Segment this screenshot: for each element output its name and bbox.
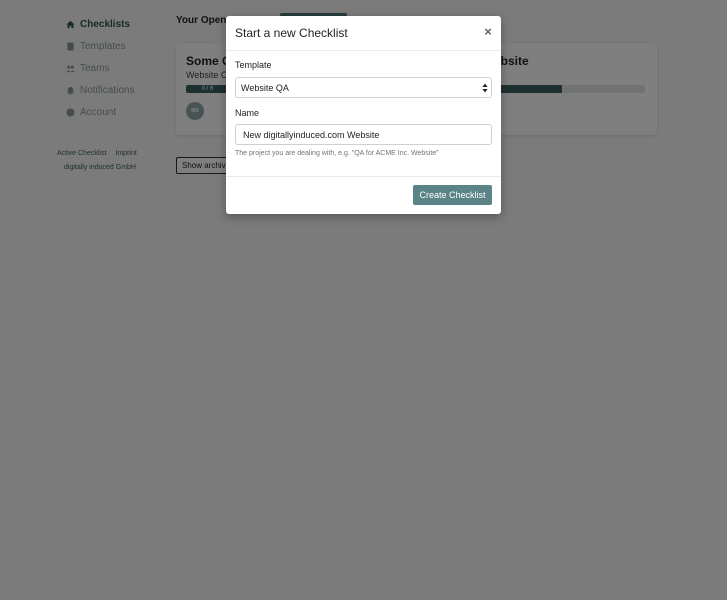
new-checklist-modal: Start a new Checklist × Template Website… (226, 16, 501, 214)
select-arrows-icon (482, 83, 488, 93)
name-help-text: The project you are dealing with, e.g. "… (235, 150, 439, 157)
close-icon[interactable]: × (481, 25, 495, 39)
name-label: Name (235, 108, 260, 118)
template-select[interactable]: Website QA (235, 77, 492, 98)
template-select-value: Website QA (241, 82, 289, 93)
modal-title: Start a new Checklist (235, 26, 348, 40)
modal-header: Start a new Checklist × (226, 16, 501, 51)
modal-divider (226, 176, 501, 177)
name-input[interactable] (235, 124, 492, 145)
create-checklist-button[interactable]: Create Checklist (413, 185, 492, 205)
template-label: Template (235, 60, 272, 70)
